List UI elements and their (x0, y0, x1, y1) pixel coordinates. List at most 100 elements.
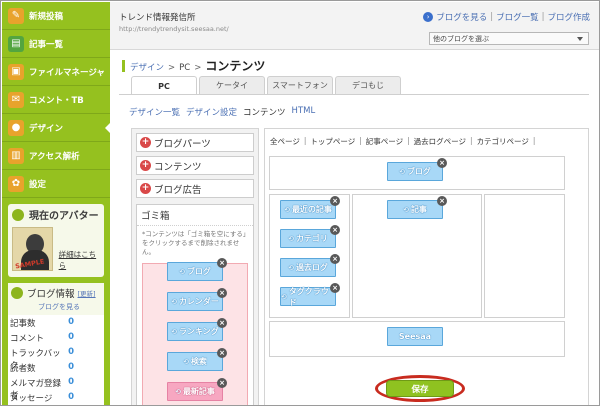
tab-mobile[interactable]: ケータイ (199, 76, 265, 94)
layout-block-tagcloud[interactable]: ⟲ タグクラウド (280, 287, 336, 307)
block-icon: ⟲ (399, 167, 405, 176)
palette-label: ブログ広告 (154, 184, 202, 196)
avatar[interactable]: SAMPLE (12, 227, 53, 271)
subnav-contents: コンテンツ (243, 108, 286, 118)
tab-pc[interactable]: PC (131, 76, 197, 95)
trash-block-ranking[interactable]: ⟲ ランキング (167, 322, 223, 341)
arrow-circle-icon: › (423, 12, 434, 22)
stat-value: 0 (68, 392, 74, 402)
separator: | (303, 136, 307, 145)
site-name: トレンド情報発信所 (119, 13, 196, 23)
block-label: ブログ (186, 267, 211, 276)
stat-value: 0 (68, 332, 74, 342)
block-label: 検索 (190, 357, 207, 366)
breadcrumb-separator: > (168, 63, 176, 73)
layout-block-article[interactable]: ⟲ 記事 (387, 200, 443, 219)
block-icon: ⟲ (183, 357, 189, 366)
stat-label: 記事数 (10, 319, 36, 329)
right-column-zone[interactable] (484, 194, 565, 318)
page-type-links: 全ページ | トップページ | 記事ページ | 過去ログページ | カテゴリページ | (270, 136, 539, 147)
sidebar-item-1[interactable]: ▤ 記事一覧 (2, 30, 110, 58)
block-label: ブログ (406, 167, 431, 176)
save-button[interactable]: 保存 (386, 380, 454, 397)
trash-block-blog[interactable]: ⟲ ブログ (167, 262, 223, 281)
view-blog-link[interactable]: ブログを見る (38, 303, 80, 311)
layout-block-seesaa[interactable]: Seesaa (387, 327, 443, 346)
layout-block-blog[interactable]: ⟲ ブログ (387, 162, 443, 181)
block-icon: ⟲ (288, 234, 294, 243)
block-icon: ⟲ (403, 205, 409, 214)
palette-blog-ads[interactable]: + ブログ広告 (136, 179, 254, 198)
layout-block-archive[interactable]: ⟲ 過去ログ (280, 258, 336, 277)
block-label: 過去ログ (295, 263, 328, 272)
plus-icon: + (140, 137, 151, 148)
view-blog-header-link[interactable]: ブログを見る (436, 11, 487, 23)
page-link-article[interactable]: 記事ページ (366, 136, 403, 147)
close-icon[interactable]: × (217, 378, 227, 388)
trash-block-search[interactable]: ⟲ 検索 (167, 352, 223, 371)
close-icon[interactable]: × (330, 283, 340, 293)
block-icon: ⟲ (281, 292, 287, 301)
site-url: http://trendytrendysit.seesaa.net/ (119, 25, 229, 33)
close-icon[interactable]: × (330, 196, 340, 206)
block-label: 最近の記事 (291, 205, 332, 214)
close-icon[interactable]: × (330, 254, 340, 264)
close-icon[interactable]: × (217, 288, 227, 298)
close-icon[interactable]: × (330, 225, 340, 235)
breadcrumb-design-link[interactable]: デザイン (130, 61, 164, 73)
subnav-design-settings[interactable]: デザイン設定 (186, 106, 237, 118)
sidebar-item-2[interactable]: ▣ ファイルマネージャ (2, 58, 110, 86)
close-icon[interactable]: × (437, 196, 447, 206)
bullet-icon (11, 287, 23, 299)
create-blog-link[interactable]: ブログ作成 (547, 11, 590, 23)
pencil-icon: ✎ (8, 7, 24, 24)
page-link-archive[interactable]: 過去ログページ (414, 136, 466, 147)
layout-block-category[interactable]: ⟲ カテゴリ (280, 229, 336, 248)
close-icon[interactable]: × (217, 258, 227, 268)
avatar-details-link[interactable]: 詳細はこちら (59, 249, 100, 271)
separator: | (541, 12, 545, 22)
stat-row: メルマガ登録者 0 (8, 375, 104, 401)
blog-list-link[interactable]: ブログ一覧 (496, 11, 539, 23)
palette-blog-parts[interactable]: + ブログパーツ (136, 133, 254, 152)
block-icon: ⟲ (284, 205, 290, 214)
close-icon[interactable]: × (217, 318, 227, 328)
trash-block-calendar[interactable]: ⟲ カレンダー (167, 292, 223, 311)
blog-select-dropdown[interactable]: 他のブログを選ぶ (429, 32, 589, 45)
page-link-category[interactable]: カテゴリページ (477, 136, 529, 147)
screenshot-frame: ✎ 新規投稿 ▤ 記事一覧 ▣ ファイルマネージャ ✉ コメント・TB ● デザイン ▥ アクセス解析… (0, 0, 600, 406)
block-label: 記事 (410, 205, 427, 214)
avatar-box-title: 現在のアバター (29, 211, 99, 222)
subnav-html[interactable]: HTML (292, 106, 316, 118)
plus-icon: + (140, 183, 151, 194)
close-icon[interactable]: × (437, 158, 447, 168)
blog-view-link-row: ブログを見る (8, 302, 104, 315)
sidebar-item-label: アクセス解析 (29, 151, 80, 162)
trash-block-recent-posts[interactable]: ⟲ 最新記事 (167, 382, 223, 401)
blog-info-update-link[interactable]: [更新] (78, 288, 96, 298)
device-tabs: PC ケータイ スマートフォン デコもじ (131, 76, 403, 95)
design-subnav: デザイン一覧 デザイン設定 コンテンツ HTML (129, 106, 315, 118)
breadcrumb-separator: > (194, 63, 202, 73)
blog-info-box: ブログ情報 [更新] ブログを見る 記事数 0 コメント 0 トラックバック 0 読者数 0 メ… (8, 283, 104, 405)
blog-info-title: ブログ情報 (27, 289, 75, 300)
sidebar-item-6[interactable]: ✿ 設定 (2, 170, 110, 198)
sidebar-item-0[interactable]: ✎ 新規投稿 (2, 2, 110, 30)
sidebar-item-label: 記事一覧 (29, 39, 64, 50)
palette-contents[interactable]: + コンテンツ (136, 156, 254, 175)
subnav-design-list[interactable]: デザイン一覧 (129, 106, 180, 118)
separator: | (490, 12, 494, 22)
block-icon: ⟲ (175, 387, 181, 396)
page-link-all[interactable]: 全ページ (270, 136, 300, 147)
block-icon: ⟲ (179, 267, 185, 276)
sidebar-item-5[interactable]: ▥ アクセス解析 (2, 142, 110, 170)
sidebar-item-3[interactable]: ✉ コメント・TB (2, 86, 110, 114)
close-icon[interactable]: × (217, 348, 227, 358)
plus-icon: + (140, 160, 151, 171)
tab-smartphone[interactable]: スマートフォン (267, 76, 333, 94)
sidebar-item-4[interactable]: ● デザイン (2, 114, 110, 142)
page-link-top[interactable]: トップページ (310, 136, 355, 147)
stat-value: 0 (68, 377, 74, 387)
tab-decomoji[interactable]: デコもじ (335, 76, 401, 94)
layout-block-recent[interactable]: ⟲ 最近の記事 (280, 200, 336, 219)
